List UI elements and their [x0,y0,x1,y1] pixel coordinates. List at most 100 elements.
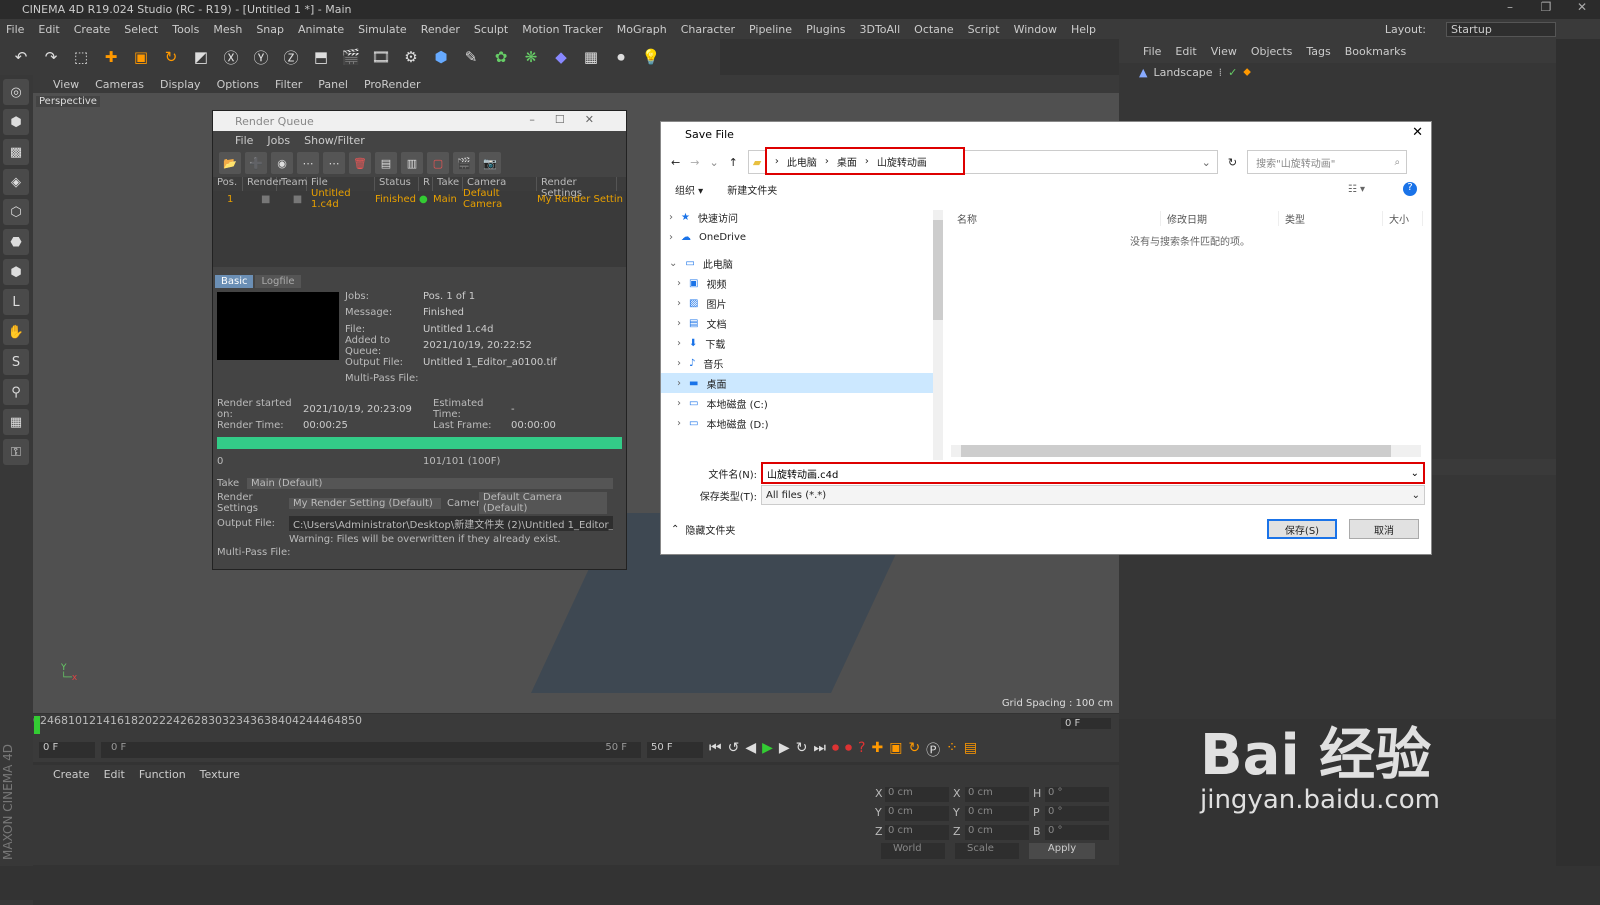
visibility-icon[interactable]: ⁞ [1219,66,1223,79]
render-checkbox[interactable]: ■ ■ [243,194,311,205]
snap-icon[interactable]: S [3,349,29,375]
objects-menu-edit[interactable]: Edit [1175,45,1196,58]
coord-field[interactable]: 0 cm [965,825,1029,840]
move-key-icon[interactable]: ✚ [871,740,883,760]
render-view-icon[interactable]: 🎬 [338,44,364,70]
render-settings-select[interactable]: My Render Setting (Default) [289,497,441,509]
tree-item[interactable]: › ▭ 本地磁盘 (C:) [661,393,941,413]
menu-item-plugins[interactable]: Plugins [806,23,845,36]
objects-menu-bookmarks[interactable]: Bookmarks [1345,45,1406,58]
tree-item[interactable]: › ★ 快速访问 [661,207,941,227]
camera-select[interactable]: Default Camera (Default) [479,492,607,514]
menu-item-edit[interactable]: Edit [38,23,59,36]
layout-select[interactable]: Startup [1446,22,1556,37]
subdivision-icon[interactable]: ✿ [488,44,514,70]
delete-icon[interactable]: 🗑 [349,152,371,174]
current-frame-field[interactable]: 0 F [1061,718,1111,729]
viewport-menu-display[interactable]: Display [160,78,201,91]
rotate-icon[interactable]: ↻ [158,44,184,70]
take-select[interactable]: Main (Default) [247,477,613,489]
menu-item-window[interactable]: Window [1014,23,1057,36]
chevron-icon[interactable]: ⌄ [669,258,677,269]
stop-icon[interactable]: ▢ [427,152,449,174]
breadcrumb-item[interactable]: 此电脑 [787,154,817,169]
material-menu-edit[interactable]: Edit [104,768,125,781]
view-options-icon[interactable]: ☷ ▾ [1348,184,1365,195]
chevron-icon[interactable]: › [677,298,681,309]
objects-menu-objects[interactable]: Objects [1251,45,1293,58]
tree-item[interactable]: › ▣ 视频 [661,273,941,293]
viewport-menu-panel[interactable]: Panel [318,78,348,91]
move-icon[interactable]: ✚ [98,44,124,70]
chevron-icon[interactable]: › [677,338,681,349]
grid-icon[interactable]: ▦ [3,409,29,435]
rq-menu-show-filter[interactable]: Show/Filter [304,134,365,147]
pen-icon[interactable]: ✎ [458,44,484,70]
timeline-ruler[interactable]: 0 F 024681012141618202224262830323436384… [33,714,1119,738]
menu-item-3dtoall[interactable]: 3DToAll [859,23,900,36]
refresh-icon[interactable]: ↻ [1228,156,1237,169]
file-column-header[interactable]: 名称 [951,210,1161,226]
coord-field[interactable]: 0 cm [885,787,949,802]
tab-logfile[interactable]: Logfile [255,275,301,288]
material-menu-create[interactable]: Create [53,768,90,781]
material-menu-function[interactable]: Function [139,768,186,781]
menu-item-motion-tracker[interactable]: Motion Tracker [522,23,602,36]
rq-column-header[interactable]: Team [277,177,307,191]
camera-icon[interactable]: ⏺ [608,44,634,70]
objects-menu-view[interactable]: View [1211,45,1237,58]
tree-item[interactable]: › ⬇ 下载 [661,333,941,353]
menu-item-octane[interactable]: Octane [914,23,954,36]
menu-item-script[interactable]: Script [968,23,1000,36]
tag-icon[interactable]: ⬥ [1243,65,1251,79]
chevron-icon[interactable]: › [669,232,673,243]
coord-system-icon[interactable]: ⬒ [308,44,334,70]
material-menu-texture[interactable]: Texture [200,768,240,781]
texture-mode-icon[interactable]: ▩ [3,139,29,165]
file-column-header[interactable]: 类型 [1279,210,1383,226]
start-render-icon[interactable]: 🎬 [453,152,475,174]
menu-item-help[interactable]: Help [1071,23,1096,36]
coord-field[interactable]: 0 cm [885,806,949,821]
tool2-icon[interactable]: ⋯ [323,152,345,174]
breadcrumb[interactable]: › 此电脑 › 桌面 › 山旋转动画 [764,147,965,175]
close-icon[interactable]: ✕ [1412,125,1423,140]
recent-dropdown-icon[interactable]: ⌄ [709,156,718,169]
goto-start-icon[interactable]: ⏮ [709,740,722,760]
viewport-menu-cameras[interactable]: Cameras [95,78,144,91]
organize-button[interactable]: 组织 ▾ [675,182,703,197]
menu-item-select[interactable]: Select [124,23,158,36]
viewport-menu-options[interactable]: Options [217,78,259,91]
up-icon[interactable]: ↑ [729,156,738,169]
save-type-dropdown-icon[interactable]: ⌄ [1412,490,1420,501]
deformer-icon[interactable]: ◆ [548,44,574,70]
tweak-icon[interactable]: ✋ [3,319,29,345]
list2-icon[interactable]: ▥ [401,152,423,174]
chevron-icon[interactable]: › [677,318,681,329]
minimize-button[interactable]: – [1492,0,1528,14]
coord-field[interactable]: 0 ° [1045,806,1109,821]
breadcrumb-item[interactable]: 桌面 [837,154,857,169]
rq-column-header[interactable]: Take [433,177,463,191]
back-icon[interactable]: ← [671,156,680,169]
start-frame-field[interactable]: 0 F [39,742,95,758]
timeline-icon[interactable]: ▤ [964,740,977,760]
menu-item-mesh[interactable]: Mesh [213,23,242,36]
chevron-icon[interactable]: › [677,398,681,409]
coord-field[interactable]: 0 cm [885,825,949,840]
coord-world-select[interactable]: World [881,843,945,859]
render-job-icon[interactable]: ◉ [271,152,293,174]
coord-apply-button[interactable]: Apply [1029,843,1095,859]
param-key-icon[interactable]: Ⓟ [926,740,940,760]
floor-icon[interactable]: ▦ [578,44,604,70]
make-editable-icon[interactable]: ◎ [3,79,29,105]
menu-item-sculpt[interactable]: Sculpt [474,23,508,36]
rq-column-header[interactable]: Render Settings [537,177,617,199]
chevron-icon[interactable]: › [677,418,681,429]
tree-item[interactable]: › ▤ 文档 [661,313,941,333]
tool-icon[interactable]: ⋯ [297,152,319,174]
menu-item-create[interactable]: Create [74,23,111,36]
range-slider[interactable]: 0 F 50 F [101,742,641,758]
coord-field[interactable]: 0 cm [965,787,1029,802]
table-row[interactable]: 1 ■ ■ Untitled 1.c4d Finished ● Main Def… [213,188,626,210]
